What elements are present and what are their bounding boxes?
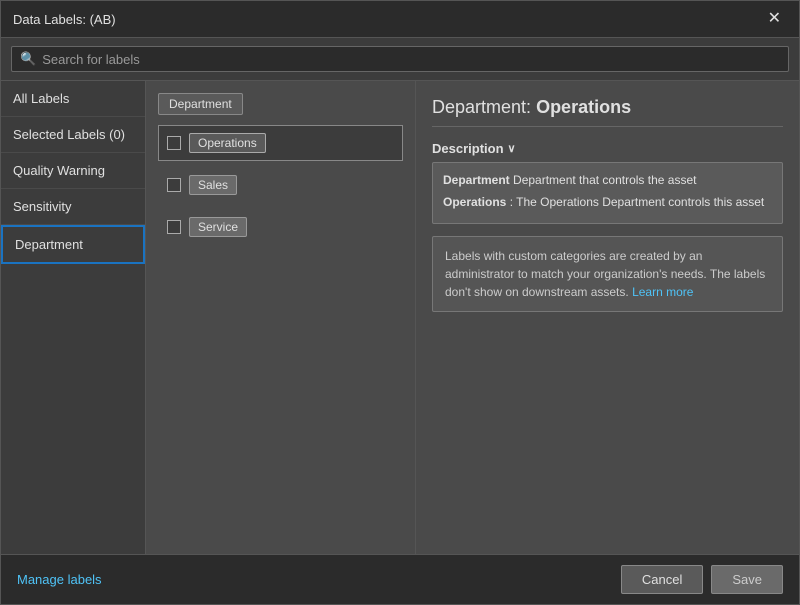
title-bar: Data Labels: (AB) ✕ [1, 1, 799, 38]
operations-tag: Operations [189, 133, 266, 153]
dialog: Data Labels: (AB) ✕ 🔍 All Labels Selecte… [0, 0, 800, 605]
title-label: Operations [536, 97, 631, 117]
search-wrap: 🔍 [11, 46, 789, 72]
category-tab: Department [158, 93, 243, 115]
list-item[interactable]: Service [158, 209, 403, 245]
list-item[interactable]: Operations [158, 125, 403, 161]
sales-tag: Sales [189, 175, 237, 195]
desc-label-line: Operations : The Operations Department c… [443, 193, 772, 211]
info-box: Labels with custom categories are create… [432, 236, 783, 312]
cancel-button[interactable]: Cancel [621, 565, 703, 594]
search-bar: 🔍 [1, 38, 799, 81]
sidebar-item-department[interactable]: Department [1, 225, 145, 264]
sidebar: All Labels Selected Labels (0) Quality W… [1, 81, 146, 554]
desc-label-text: : The Operations Department controls thi… [510, 195, 765, 209]
footer-buttons: Cancel Save [621, 565, 783, 594]
list-item[interactable]: Sales [158, 167, 403, 203]
middle-panel: Department Operations Sales Service [146, 81, 416, 554]
sidebar-item-sensitivity[interactable]: Sensitivity [1, 189, 145, 225]
right-panel: Department: Operations Description ∨ Dep… [416, 81, 799, 554]
sidebar-item-selected-labels[interactable]: Selected Labels (0) [1, 117, 145, 153]
title-category: Department: [432, 97, 531, 117]
sidebar-item-quality-warning[interactable]: Quality Warning [1, 153, 145, 189]
close-button[interactable]: ✕ [762, 9, 787, 29]
desc-category-text: Department that controls the asset [513, 173, 696, 187]
search-icon: 🔍 [20, 51, 36, 67]
operations-checkbox[interactable] [167, 136, 181, 150]
sidebar-item-all-labels[interactable]: All Labels [1, 81, 145, 117]
service-checkbox[interactable] [167, 220, 181, 234]
info-text: Labels with custom categories are create… [445, 249, 765, 299]
save-button[interactable]: Save [711, 565, 783, 594]
sales-checkbox[interactable] [167, 178, 181, 192]
middle-panel-inner: Department Operations Sales Service [146, 81, 415, 554]
desc-category-line: Department Department that controls the … [443, 171, 772, 189]
service-tag: Service [189, 217, 247, 237]
desc-label-bold: Operations [443, 195, 506, 209]
description-block: Department Department that controls the … [432, 162, 783, 224]
learn-more-link[interactable]: Learn more [632, 285, 693, 299]
dialog-title: Data Labels: (AB) [13, 12, 116, 27]
sidebar-scroll: All Labels Selected Labels (0) Quality W… [1, 81, 145, 554]
manage-labels-link[interactable]: Manage labels [17, 572, 102, 587]
main-content: All Labels Selected Labels (0) Quality W… [1, 81, 799, 554]
footer: Manage labels Cancel Save [1, 554, 799, 604]
search-input[interactable] [42, 52, 780, 67]
chevron-down-icon: ∨ [508, 142, 516, 155]
desc-category-bold: Department [443, 173, 510, 187]
right-panel-title: Department: Operations [432, 97, 783, 127]
description-header[interactable]: Description ∨ [432, 141, 783, 156]
description-label: Description [432, 141, 504, 156]
